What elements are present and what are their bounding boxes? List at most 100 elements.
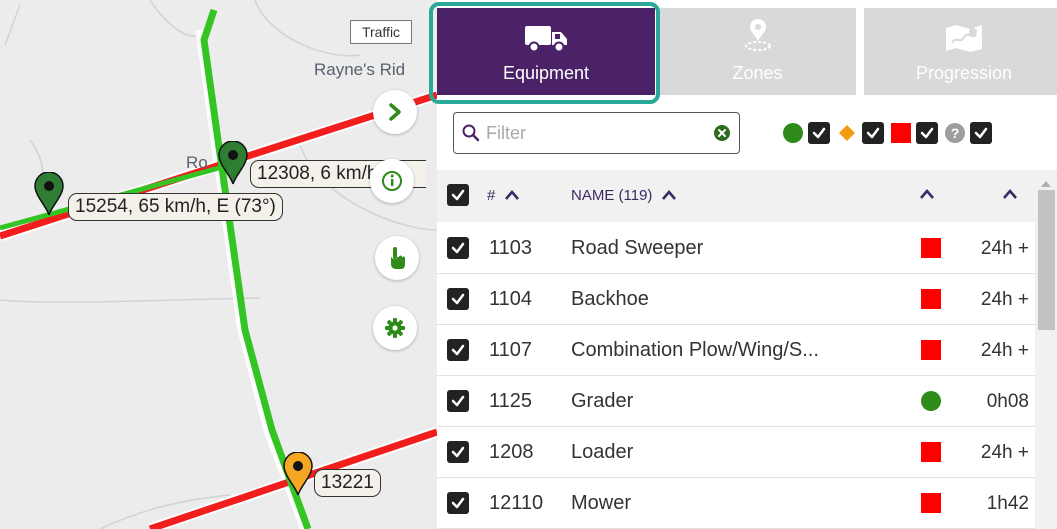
status-diamond-icon bbox=[839, 125, 855, 141]
expand-panel-button[interactable] bbox=[373, 90, 417, 134]
sort-up-icon bbox=[661, 190, 676, 200]
status-circle-icon bbox=[783, 123, 803, 143]
equipment-row[interactable]: 1125 Grader 0h08 bbox=[437, 376, 1035, 427]
number-column-header[interactable]: # bbox=[487, 187, 520, 204]
status-duration: 1h42 bbox=[986, 493, 1029, 514]
status-column-sort[interactable] bbox=[919, 187, 935, 205]
row-checkbox[interactable] bbox=[447, 390, 469, 412]
equipment-row[interactable]: 1107 Combination Plow/Wing/S... 24h + bbox=[437, 325, 1035, 376]
info-button[interactable] bbox=[370, 159, 414, 203]
map-marker-icon bbox=[34, 171, 64, 216]
row-checkbox[interactable] bbox=[447, 288, 469, 310]
legend-idle-checkbox[interactable] bbox=[862, 122, 884, 144]
equipment-row[interactable]: 1103 Road Sweeper 24h + bbox=[437, 223, 1035, 274]
row-checkbox[interactable] bbox=[447, 339, 469, 361]
status-square-icon bbox=[921, 340, 941, 360]
sort-up-icon bbox=[1003, 189, 1017, 199]
name-column-header[interactable]: NAME (119) bbox=[571, 187, 677, 204]
active-tab-highlight bbox=[429, 2, 660, 104]
check-icon bbox=[451, 344, 465, 356]
status-indicator bbox=[919, 491, 943, 521]
gear-icon bbox=[385, 318, 405, 338]
side-panel: Equipment Zones Progression Filter ? # N… bbox=[429, 0, 1057, 529]
touch-select-button[interactable] bbox=[375, 236, 419, 280]
equipment-table-header: # NAME (119) bbox=[437, 170, 1035, 222]
legend-unknown-checkbox[interactable] bbox=[970, 122, 992, 144]
legend-active-checkbox[interactable] bbox=[808, 122, 830, 144]
panel-tabs: Equipment Zones Progression bbox=[429, 0, 1057, 104]
place-label-ro: Ro bbox=[186, 153, 208, 172]
status-duration: 24h + bbox=[980, 340, 1029, 361]
equipment-number: 1104 bbox=[489, 288, 533, 310]
check-icon bbox=[451, 395, 465, 407]
status-duration: 24h + bbox=[980, 442, 1029, 463]
equipment-name: Grader bbox=[571, 390, 634, 412]
tab-zones-label: Zones bbox=[732, 63, 783, 83]
vehicle-pin-12308[interactable] bbox=[218, 140, 248, 190]
equipment-row[interactable]: 12110 Mower 1h42 bbox=[437, 478, 1035, 529]
check-icon bbox=[451, 293, 465, 305]
info-icon bbox=[382, 171, 402, 191]
status-square-icon bbox=[921, 289, 941, 309]
traffic-toggle-button[interactable]: Traffic bbox=[350, 20, 412, 44]
check-icon bbox=[812, 127, 826, 139]
equipment-number: 1103 bbox=[489, 237, 533, 259]
check-icon bbox=[451, 189, 465, 201]
equipment-row[interactable]: 1104 Backhoe 24h + bbox=[437, 274, 1035, 325]
equipment-number: 1107 bbox=[489, 339, 533, 361]
row-checkbox[interactable] bbox=[447, 492, 469, 514]
row-checkbox[interactable] bbox=[447, 441, 469, 463]
row-checkbox[interactable] bbox=[447, 237, 469, 259]
equipment-name: Backhoe bbox=[571, 288, 649, 310]
hand-pointer-icon bbox=[391, 247, 405, 269]
vehicle-pin-label-13221: 13221 bbox=[314, 469, 381, 497]
filter-field[interactable] bbox=[453, 112, 740, 154]
map-marker-icon bbox=[283, 451, 313, 496]
select-all-checkbox[interactable] bbox=[447, 184, 469, 206]
duration-column-sort[interactable] bbox=[1002, 187, 1018, 205]
check-icon bbox=[451, 446, 465, 458]
status-duration: 0h08 bbox=[986, 391, 1029, 412]
map-settings-button[interactable] bbox=[373, 306, 417, 350]
equipment-row[interactable]: 1208 Loader 24h + bbox=[437, 427, 1035, 478]
equipment-number: 1125 bbox=[489, 390, 533, 412]
status-square-icon bbox=[921, 238, 941, 258]
status-circle-icon bbox=[921, 391, 941, 411]
check-icon bbox=[451, 497, 465, 509]
legend-stopped-checkbox[interactable] bbox=[916, 122, 938, 144]
vehicle-pin-15254[interactable] bbox=[34, 171, 64, 221]
legend-active-filter[interactable] bbox=[782, 122, 830, 144]
tab-zones[interactable]: Zones bbox=[659, 8, 856, 95]
equipment-number: 1208 bbox=[489, 441, 534, 463]
legend-stopped-filter[interactable] bbox=[890, 122, 938, 144]
map-route-icon bbox=[946, 25, 982, 52]
status-indicator bbox=[919, 338, 943, 368]
equipment-name: Combination Plow/Wing/S... bbox=[571, 339, 819, 361]
clear-filter-button[interactable] bbox=[713, 124, 731, 147]
scrollbar-thumb[interactable] bbox=[1038, 190, 1055, 330]
legend-idle-filter[interactable] bbox=[836, 122, 884, 144]
scroll-up-arrow-icon[interactable] bbox=[1040, 180, 1052, 188]
vehicle-pin-13221[interactable] bbox=[283, 451, 313, 501]
vehicle-pin-label-15254: 15254, 65 km/h, E (73°) bbox=[68, 193, 283, 221]
equipment-name: Mower bbox=[571, 492, 632, 514]
chevron-right-icon bbox=[389, 103, 401, 121]
status-indicator bbox=[919, 389, 943, 419]
map-marker-icon bbox=[218, 140, 248, 185]
status-square-icon bbox=[921, 442, 941, 462]
place-label-raynes-ridge: Rayne's Rid bbox=[314, 60, 406, 79]
check-icon bbox=[451, 242, 465, 254]
status-duration: 24h + bbox=[980, 289, 1029, 310]
tab-progression[interactable]: Progression bbox=[864, 8, 1057, 95]
status-indicator bbox=[919, 236, 943, 266]
status-unknown-icon: ? bbox=[945, 123, 965, 143]
equipment-list: 1103 Road Sweeper 24h + 1104 Backhoe 24h… bbox=[437, 223, 1035, 529]
map-view[interactable]: Traffic Rayne's Rid Ro 15254, 65 km/h, E… bbox=[0, 0, 437, 529]
check-icon bbox=[920, 127, 934, 139]
sort-up-icon bbox=[504, 190, 519, 200]
sort-up-icon bbox=[920, 189, 934, 199]
status-legend: ? bbox=[782, 119, 998, 147]
legend-unknown-filter[interactable]: ? bbox=[944, 122, 992, 144]
filter-input[interactable] bbox=[486, 122, 726, 144]
status-indicator bbox=[919, 440, 943, 470]
